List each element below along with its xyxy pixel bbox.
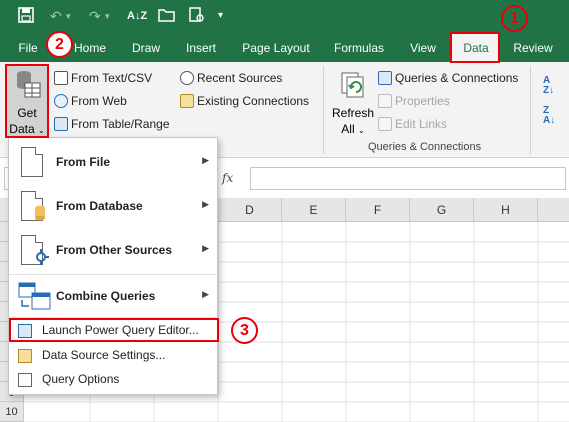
from-web-button[interactable]: From Web bbox=[54, 93, 127, 109]
properties-button[interactable]: Properties bbox=[378, 93, 450, 109]
combine-queries-icon bbox=[18, 282, 51, 310]
highlight-get-data bbox=[5, 64, 49, 138]
refresh-all-button[interactable]: Refresh All ⌄ bbox=[330, 66, 376, 138]
globe-icon bbox=[54, 94, 68, 108]
column-header-h[interactable]: H bbox=[474, 198, 538, 222]
title-bar: ↶ ▾ ↷ ▾ A↓Z ▾ bbox=[0, 0, 569, 34]
redo-icon[interactable]: ↷ bbox=[89, 7, 101, 25]
tab-insert[interactable]: Insert bbox=[178, 34, 224, 62]
edit-links-icon bbox=[378, 117, 392, 131]
callout-2: 2 bbox=[46, 31, 73, 58]
menu-item-data-source-settings[interactable]: Data Source Settings... bbox=[9, 345, 217, 367]
tab-page-layout[interactable]: Page Layout bbox=[236, 34, 316, 62]
queries-connections-button[interactable]: Queries & Connections bbox=[378, 70, 518, 86]
chevron-down-icon[interactable]: ▾ bbox=[66, 7, 71, 25]
menu-item-from-database[interactable]: From Database ▶ bbox=[9, 185, 217, 229]
from-text-csv-button[interactable]: From Text/CSV bbox=[54, 70, 152, 86]
from-other-sources-label: From Other Sources bbox=[56, 243, 173, 257]
row-header-10[interactable]: 10 bbox=[0, 402, 24, 422]
sort-az-icon[interactable]: A Z↓ bbox=[543, 76, 554, 96]
table-icon bbox=[54, 117, 68, 131]
from-web-label: From Web bbox=[71, 94, 127, 108]
existing-connections-button[interactable]: Existing Connections bbox=[180, 93, 309, 109]
chevron-right-icon: ▶ bbox=[202, 243, 209, 253]
options-icon bbox=[18, 373, 32, 387]
text-file-icon bbox=[54, 71, 68, 85]
sort-az-icon[interactable]: A↓Z bbox=[127, 7, 147, 25]
tab-file[interactable]: File bbox=[12, 34, 44, 62]
fx-icon[interactable]: fx bbox=[222, 171, 233, 185]
refresh-icon bbox=[341, 72, 364, 98]
queries-connections-label: Queries & Connections bbox=[395, 71, 519, 85]
menu-item-from-file[interactable]: From File ▶ bbox=[9, 141, 217, 185]
edit-links-button[interactable]: Edit Links bbox=[378, 116, 447, 132]
recent-sources-button[interactable]: Recent Sources bbox=[180, 70, 282, 86]
file-icon bbox=[21, 147, 43, 177]
folder-open-icon[interactable] bbox=[158, 7, 176, 27]
chevron-right-icon: ▶ bbox=[202, 155, 209, 165]
menu-item-query-options[interactable]: Query Options bbox=[9, 369, 217, 391]
queries-icon bbox=[378, 71, 392, 85]
callout-3: 3 bbox=[231, 317, 258, 344]
from-text-csv-label: From Text/CSV bbox=[71, 71, 153, 85]
group-divider bbox=[530, 66, 531, 154]
properties-icon bbox=[378, 94, 392, 108]
column-header[interactable] bbox=[538, 198, 569, 222]
chevron-right-icon: ▶ bbox=[202, 289, 209, 299]
print-preview-icon[interactable] bbox=[188, 7, 204, 27]
sort-za-icon[interactable]: Z A↓ bbox=[543, 106, 555, 126]
tab-draw[interactable]: Draw bbox=[124, 34, 168, 62]
group-divider bbox=[323, 66, 324, 154]
formula-input[interactable] bbox=[250, 167, 566, 190]
undo-icon[interactable]: ↶ bbox=[50, 7, 62, 25]
settings-gear-icon bbox=[18, 349, 32, 363]
chevron-down-icon[interactable]: ▾ bbox=[105, 7, 110, 25]
column-header-g[interactable]: G bbox=[410, 198, 474, 222]
query-options-label: Query Options bbox=[42, 372, 120, 386]
menu-item-combine-queries[interactable]: Combine Queries ▶ bbox=[9, 275, 217, 319]
connector-icon bbox=[36, 249, 49, 265]
clock-icon bbox=[180, 71, 194, 85]
recent-sources-label: Recent Sources bbox=[197, 71, 283, 85]
chevron-right-icon: ▶ bbox=[202, 199, 209, 209]
chevron-down-icon: ⌄ bbox=[357, 126, 365, 135]
refresh-all-label-2: All ⌄ bbox=[341, 122, 365, 136]
refresh-all-label-1: Refresh bbox=[331, 106, 375, 120]
tab-review[interactable]: Review bbox=[506, 34, 560, 62]
from-table-range-button[interactable]: From Table/Range bbox=[54, 116, 170, 132]
group-label-queries: Queries & Connections bbox=[368, 141, 482, 153]
existing-connections-label: Existing Connections bbox=[197, 94, 310, 108]
from-table-range-label: From Table/Range bbox=[71, 117, 170, 131]
highlight-data-tab bbox=[450, 32, 500, 63]
properties-label: Properties bbox=[395, 94, 450, 108]
save-icon[interactable] bbox=[18, 7, 34, 27]
edit-links-label: Edit Links bbox=[395, 117, 448, 131]
tab-home[interactable]: Home bbox=[68, 34, 112, 62]
customize-qa-icon[interactable]: ▾ bbox=[218, 7, 223, 25]
column-header-e[interactable]: E bbox=[282, 198, 346, 222]
callout-1: 1 bbox=[501, 5, 528, 32]
highlight-launch-pqe bbox=[9, 318, 219, 342]
column-header-d[interactable]: D bbox=[218, 198, 282, 222]
from-database-label: From Database bbox=[56, 199, 143, 213]
column-header-f[interactable]: F bbox=[346, 198, 410, 222]
get-data-menu: From File ▶ From Database ▶ From Other S… bbox=[8, 137, 218, 395]
connections-icon bbox=[180, 94, 194, 108]
data-source-settings-label: Data Source Settings... bbox=[42, 348, 166, 362]
from-file-label: From File bbox=[56, 155, 111, 169]
tab-formulas[interactable]: Formulas bbox=[326, 34, 392, 62]
combine-queries-label: Combine Queries bbox=[56, 289, 156, 303]
tab-view[interactable]: View bbox=[402, 34, 444, 62]
menu-item-from-other-sources[interactable]: From Other Sources ▶ bbox=[9, 229, 217, 273]
database-icon bbox=[35, 205, 45, 221]
